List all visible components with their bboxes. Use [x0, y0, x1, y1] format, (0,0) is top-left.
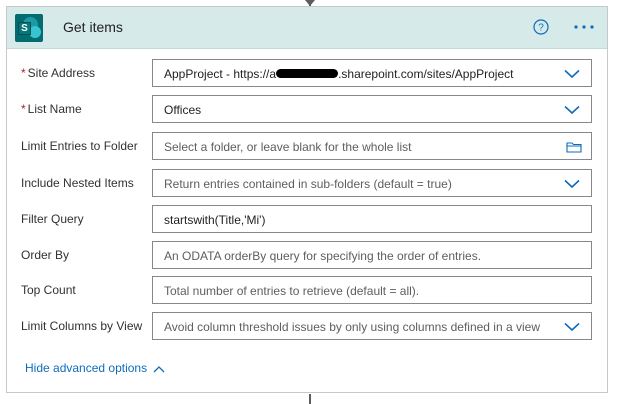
flow-connector-bottom	[309, 394, 311, 404]
redaction-mark	[276, 69, 339, 79]
filter-query-label: Filter Query	[21, 212, 84, 226]
limit-folder-placeholder: Select a folder, or leave blank for the …	[164, 140, 412, 154]
list-name-row: * List Name Offices	[7, 95, 607, 125]
limit-folder-input[interactable]: Select a folder, or leave blank for the …	[152, 132, 592, 160]
site-address-value: AppProject - https://a .sharepoint.com/si…	[164, 67, 514, 81]
filter-query-input[interactable]: startswith(Title,'Mi')	[152, 205, 592, 233]
svg-text:?: ?	[538, 23, 544, 34]
filter-query-row: Filter Query startswith(Title,'Mi')	[7, 205, 607, 235]
top-count-input[interactable]: Total number of entries to retrieve (def…	[152, 276, 592, 304]
nested-items-dropdown[interactable]: Return entries contained in sub-folders …	[152, 169, 592, 197]
limit-columns-label: Limit Columns by View	[21, 319, 143, 333]
chevron-up-icon	[153, 365, 165, 373]
list-name-dropdown[interactable]: Offices	[152, 95, 592, 123]
site-address-row: * Site Address AppProject - https://a .sha…	[7, 59, 607, 89]
required-marker: *	[21, 102, 26, 116]
order-by-placeholder: An ODATA orderBy query for specifying th…	[164, 249, 482, 263]
list-name-label: * List Name	[21, 102, 82, 116]
list-name-value: Offices	[164, 103, 202, 117]
action-card: S Get items ? * Site Address AppProject -…	[6, 6, 608, 393]
nested-items-label: Include Nested Items	[21, 176, 134, 190]
site-address-dropdown[interactable]: AppProject - https://a .sharepoint.com/si…	[152, 59, 592, 87]
limit-folder-label: Limit Entries to Folder	[21, 139, 138, 153]
folder-icon[interactable]	[566, 141, 582, 153]
required-marker: *	[21, 66, 26, 80]
chevron-down-icon[interactable]	[564, 179, 580, 189]
nested-items-row: Include Nested Items Return entries cont…	[7, 169, 607, 199]
top-count-placeholder: Total number of entries to retrieve (def…	[164, 284, 420, 298]
order-by-label: Order By	[21, 248, 70, 262]
limit-columns-dropdown[interactable]: Avoid column threshold issues by only us…	[152, 312, 592, 340]
chevron-down-icon[interactable]	[564, 322, 580, 332]
nested-items-value: Return entries contained in sub-folders …	[164, 177, 452, 191]
chevron-down-icon[interactable]	[564, 105, 580, 115]
site-address-label: * Site Address	[21, 66, 96, 80]
top-count-label: Top Count	[21, 283, 76, 297]
limit-folder-row: Limit Entries to Folder Select a folder,…	[7, 132, 607, 162]
limit-columns-value: Avoid column threshold issues by only us…	[164, 320, 540, 334]
chevron-down-icon[interactable]	[564, 69, 580, 79]
help-icon[interactable]: ?	[533, 19, 549, 35]
limit-columns-row: Limit Columns by View Avoid column thres…	[7, 312, 607, 342]
sharepoint-icon: S	[15, 14, 43, 42]
order-by-row: Order By An ODATA orderBy query for spec…	[7, 241, 607, 271]
hide-advanced-options-link[interactable]: Hide advanced options	[25, 361, 165, 375]
more-options-icon[interactable]	[573, 19, 595, 35]
action-title: Get items	[63, 19, 123, 35]
order-by-input[interactable]: An ODATA orderBy query for specifying th…	[152, 241, 592, 269]
filter-query-value: startswith(Title,'Mi')	[164, 213, 266, 227]
top-count-row: Top Count Total number of entries to ret…	[7, 276, 607, 306]
action-header[interactable]: S Get items ?	[7, 7, 607, 49]
